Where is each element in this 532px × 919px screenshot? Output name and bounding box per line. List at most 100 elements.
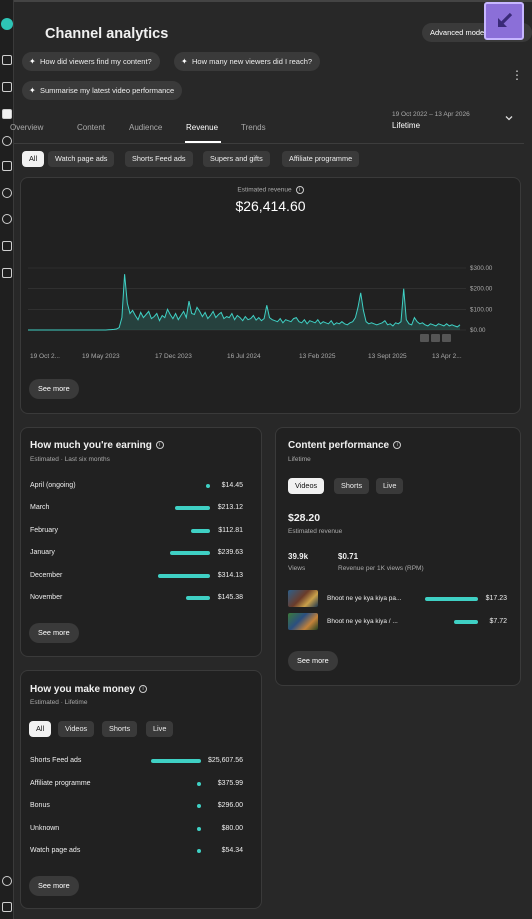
suggestion-chip[interactable]: ✦ How many new viewers did I reach? [174,52,321,71]
money-row-bar [197,849,201,853]
x-tick-label: 13 Feb 2025 [299,353,336,360]
exit-fullscreen-button[interactable] [484,2,524,40]
date-range-text[interactable]: 19 Oct 2022 – 13 Apr 2026 [392,111,470,118]
money-row-bar [197,804,201,808]
video-thumbnail[interactable] [288,590,318,607]
info-icon[interactable]: i [155,441,164,450]
filter-all[interactable]: All [22,151,45,167]
earning-row-value: $314.13 [217,571,243,579]
earning-title: How much you're earning i [30,440,164,451]
filter-affiliate-programme[interactable]: Affiliate programme [282,151,360,167]
filter-supers-and-gifts[interactable]: Supers and gifts [203,151,270,167]
money-row-label: Bonus [30,802,50,809]
copyright-icon[interactable] [2,188,12,198]
chevron-down-icon[interactable] [505,114,513,122]
views-value: 39.9k [288,552,309,561]
video-thumbnail[interactable] [288,613,318,630]
filter-watch-page-ads[interactable]: Watch page ads [48,151,115,167]
earning-row-bar [158,573,210,578]
money-subtitle: Estimated · Lifetime [30,699,88,706]
info-icon[interactable]: i [393,441,402,450]
segment-shorts[interactable]: Shorts [334,478,370,494]
tab-overview[interactable]: Overview [10,123,54,132]
suggestion-label: How many new viewers did I reach? [192,57,313,66]
earning-row-value: $239.63 [217,549,243,557]
segment-shorts[interactable]: Shorts [102,721,138,737]
sparkle-icon: ✦ [29,57,36,66]
revenue-area [28,274,460,330]
money-row-value: $296.00 [217,802,243,809]
earning-row-bar [191,528,210,533]
segment-videos[interactable]: Videos [288,478,325,494]
earning-row-bar [185,596,210,600]
tab-content[interactable]: Content [77,123,105,132]
left-nav-rail [0,0,14,919]
channel-avatar[interactable] [1,18,13,30]
video-revenue-value: $7.72 [489,618,507,625]
earning-row-label: March [30,504,50,512]
suggestion-chip[interactable]: ✦ Summarise my latest video performance [22,81,183,100]
earning-row-bar [170,551,210,556]
segment-all[interactable]: All [29,721,52,737]
analytics-icon[interactable] [2,109,12,119]
audio-library-icon[interactable] [2,268,12,278]
earning-row-label: April (ongoing) [30,482,76,489]
date-range-label[interactable]: Lifetime [392,121,420,130]
revenue-see-more-button[interactable]: See more [29,379,79,399]
page-title: Channel analytics [45,26,169,42]
rpm-value: $0.71 [338,552,359,561]
money-row-label: Shorts Feed ads [30,757,82,764]
suggestion-chip[interactable]: ✦ How did viewers find my content? [22,52,160,71]
video-marker-icon[interactable] [442,334,451,342]
tab-audience[interactable]: Audience [129,123,162,132]
dashboard-icon[interactable] [2,55,12,65]
money-row-label: Affiliate programme [30,779,91,787]
more-options-icon[interactable]: ⋮ [511,68,523,82]
tab-trends[interactable]: Trends [241,123,266,132]
video-revenue-bar [425,597,478,601]
money-row-value: $25,607.56 [207,757,243,764]
video-marker-icon[interactable] [431,334,440,342]
video-marker-icon[interactable] [420,334,429,342]
money-row-label: Watch page ads [30,847,81,854]
segment-videos[interactable]: Videos [58,721,95,737]
money-row-value: $54.34 [221,847,243,854]
content-performance-card [275,427,521,686]
customisation-icon[interactable] [2,241,12,251]
earn-icon[interactable] [2,214,12,224]
y-tick-label: $200.00 [470,286,493,293]
info-icon[interactable]: i [295,186,304,194]
revenue-chart: $300.00 $200.00 $100.00 $0.00 19 Oct 2... 19 … [28,265,493,360]
views-label: Views [288,565,306,572]
tabs-divider [14,143,524,144]
tab-revenue[interactable]: Revenue [186,123,218,132]
video-title[interactable]: Bhoot ne ye kya kiya / ... [327,618,398,625]
info-icon[interactable]: i [139,685,148,694]
x-tick-label: 13 Sept 2025 [368,353,407,360]
segment-live[interactable]: Live [376,478,404,494]
earning-subtitle: Estimated · Last six months [30,456,110,463]
money-row-bar [197,781,201,786]
y-tick-label: $0.00 [470,327,486,334]
video-title[interactable]: Bhoot ne ye kya kiya pa... [327,595,401,602]
rpm-label: Revenue per 1K views (RPM) [338,565,424,572]
community-icon[interactable] [2,136,12,146]
content-revenue-label: Estimated revenue [288,528,343,535]
content-see-more-button[interactable]: See more [288,651,338,671]
x-tick-label: 17 Dec 2023 [155,353,192,360]
content-icon[interactable] [2,82,12,92]
feedback-icon[interactable] [2,902,12,912]
earning-see-more-button[interactable]: See more [29,623,79,643]
x-tick-label: 16 Jul 2024 [227,353,261,360]
sparkle-icon: ✦ [29,86,36,95]
revenue-label: Estimated revenue i [20,186,521,194]
video-revenue-value: $17.23 [485,595,507,602]
earning-row-label: November [30,594,63,601]
money-see-more-button[interactable]: See more [29,876,79,896]
subtitles-icon[interactable] [2,161,12,171]
money-row-bar [151,759,201,763]
segment-live[interactable]: Live [146,721,174,737]
filter-shorts-feed-ads[interactable]: Shorts Feed ads [125,151,193,167]
content-performance-subtitle: Lifetime [288,456,311,463]
settings-icon[interactable] [2,876,12,886]
